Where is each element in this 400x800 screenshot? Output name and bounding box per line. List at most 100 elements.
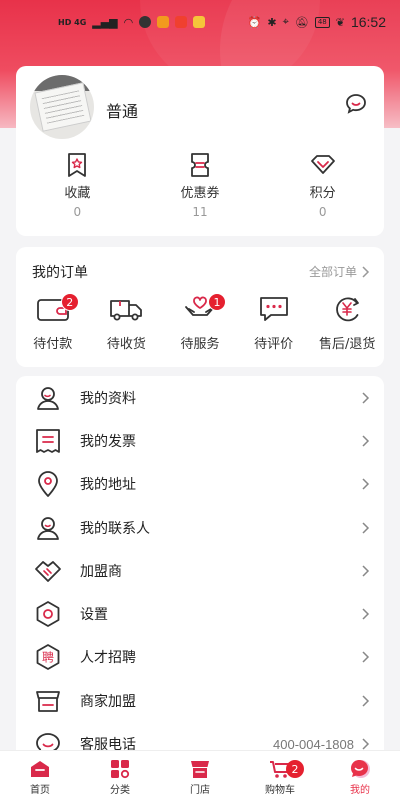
category-grid-icon [111, 760, 130, 779]
tab-mine[interactable]: 我的 [320, 751, 400, 800]
stat-points[interactable]: 积分 0 [261, 152, 384, 219]
chevron-right-icon [362, 478, 370, 490]
alarm-icon: ⏰ [247, 15, 262, 29]
menu-item-franchise[interactable]: 加盟商 [16, 549, 384, 592]
clock: 16:52 [350, 14, 386, 30]
order-label: 售后/退货 [318, 337, 376, 352]
signal-icon: ▂▄▆ [92, 15, 118, 29]
menu-label: 我的发票 [80, 433, 136, 450]
leaf-icon: ❦ [335, 15, 345, 29]
bottom-tab-bar: 首页 分类 门店 2 购物车 我的 [0, 750, 400, 800]
profile-card: 普通 收藏 0 优惠券 11 积分 0 [16, 66, 384, 236]
tab-label: 首页 [30, 785, 50, 796]
home-icon [31, 761, 49, 777]
chevron-right-icon [362, 392, 370, 404]
comment-icon [259, 297, 288, 321]
settings-icon [36, 601, 60, 628]
smile-chat-icon [351, 760, 370, 778]
chevron-right-icon [362, 651, 370, 663]
menu-label: 我的资料 [80, 390, 136, 407]
menu-label: 我的地址 [80, 477, 136, 494]
menu-label: 我的联系人 [80, 520, 150, 537]
coupon-icon [191, 153, 209, 177]
store-icon [36, 690, 60, 712]
menu-item-profile[interactable]: 我的资料 [16, 376, 384, 419]
tab-store[interactable]: 门店 [160, 751, 240, 800]
order-badge: 2 [60, 293, 79, 311]
menu-item-address[interactable]: 我的地址 [16, 463, 384, 506]
stat-label: 优惠券 [180, 186, 220, 201]
tab-cart[interactable]: 2 购物车 [240, 751, 320, 800]
all-orders-link[interactable]: 全部订单 [309, 263, 370, 280]
handshake-icon [35, 560, 61, 582]
orders-title: 我的订单 [32, 265, 88, 281]
menu-item-contacts[interactable]: 我的联系人 [16, 506, 384, 549]
app-notification-icon [139, 16, 152, 28]
all-orders-label: 全部订单 [308, 265, 357, 279]
battery-indicator: 48 [314, 16, 330, 28]
wifi-icon: ◠ [123, 15, 134, 29]
menu-card: 我的资料 我的发票 我的地址 我的联系人 加盟商 设置 聘 人才招聘 商家加盟 … [16, 376, 384, 756]
recruitment-icon: 聘 [36, 644, 60, 671]
chevron-right-icon [362, 522, 370, 534]
menu-item-merchant-join[interactable]: 商家加盟 [16, 679, 384, 722]
contact-person-icon [37, 516, 59, 540]
menu-label: 商家加盟 [80, 693, 136, 710]
stat-value: 0 [73, 205, 82, 219]
app-notification-icon [157, 16, 170, 28]
order-after-sales[interactable]: 售后/退货 [310, 295, 384, 352]
chevron-right-icon [362, 695, 370, 707]
order-pending-payment[interactable]: 2 待付款 [16, 293, 90, 352]
order-pending-review[interactable]: 待评价 [237, 295, 311, 352]
menu-label: 设置 [80, 607, 108, 624]
menu-item-settings[interactable]: 设置 [16, 592, 384, 635]
map-pin-icon [38, 471, 58, 498]
location-icon: ⌖ [282, 15, 289, 28]
tab-category[interactable]: 分类 [80, 751, 160, 800]
menu-item-recruitment[interactable]: 聘 人才招聘 [16, 636, 384, 679]
cart-badge: 2 [286, 760, 304, 778]
order-label: 待付款 [33, 337, 73, 352]
stat-favorites[interactable]: 收藏 0 [16, 152, 139, 219]
chevron-right-icon [362, 608, 370, 620]
order-pending-receipt[interactable]: 待收货 [90, 295, 164, 352]
truck-icon [110, 300, 143, 321]
tab-label: 分类 [110, 785, 130, 796]
stat-coupons[interactable]: 优惠券 11 [139, 152, 262, 219]
stat-label: 收藏 [64, 186, 91, 201]
menu-label: 加盟商 [80, 563, 122, 580]
network-indicator: HD 4G [58, 17, 87, 27]
order-badge: 1 [207, 293, 226, 311]
stat-value: 11 [192, 205, 208, 219]
order-pending-service[interactable]: 1 待服务 [163, 293, 237, 352]
tab-label: 我的 [350, 785, 370, 796]
order-label: 待收货 [106, 337, 146, 352]
avatar[interactable] [30, 75, 94, 139]
message-icon[interactable] [344, 92, 368, 116]
stat-value: 0 [318, 205, 327, 219]
diamond-icon [310, 155, 335, 174]
invoice-icon [36, 429, 60, 453]
chevron-right-icon [362, 435, 370, 447]
order-label: 待服务 [180, 337, 220, 352]
chevron-right-icon [362, 265, 370, 278]
stat-label: 积分 [309, 186, 336, 201]
order-label: 待评价 [254, 337, 294, 352]
status-bar: HD 4G ▂▄▆ ◠ ⏰ ✱ ⌖ 🔕︎ 48 ❦ 16:52 [0, 0, 400, 44]
app-notification-icon [193, 16, 206, 28]
user-profile-icon [37, 386, 59, 410]
app-notification-icon [175, 16, 188, 28]
tab-label: 购物车 [265, 785, 295, 796]
menu-item-invoice[interactable]: 我的发票 [16, 419, 384, 462]
tab-home[interactable]: 首页 [0, 751, 80, 800]
orders-card: 我的订单 全部订单 2 待付款 待收货 1 待服务 待评价 售后/退货 [16, 247, 384, 367]
user-level-name: 普通 [106, 102, 139, 121]
chevron-right-icon [362, 565, 370, 577]
chevron-right-icon [362, 738, 370, 750]
storefront-icon [191, 761, 209, 778]
recruitment-icon-glyph: 聘 [42, 651, 54, 665]
tab-label: 门店 [190, 785, 210, 796]
bluetooth-icon: ✱ [267, 15, 277, 29]
star-tag-icon [68, 153, 87, 177]
menu-label: 人才招聘 [80, 650, 136, 667]
